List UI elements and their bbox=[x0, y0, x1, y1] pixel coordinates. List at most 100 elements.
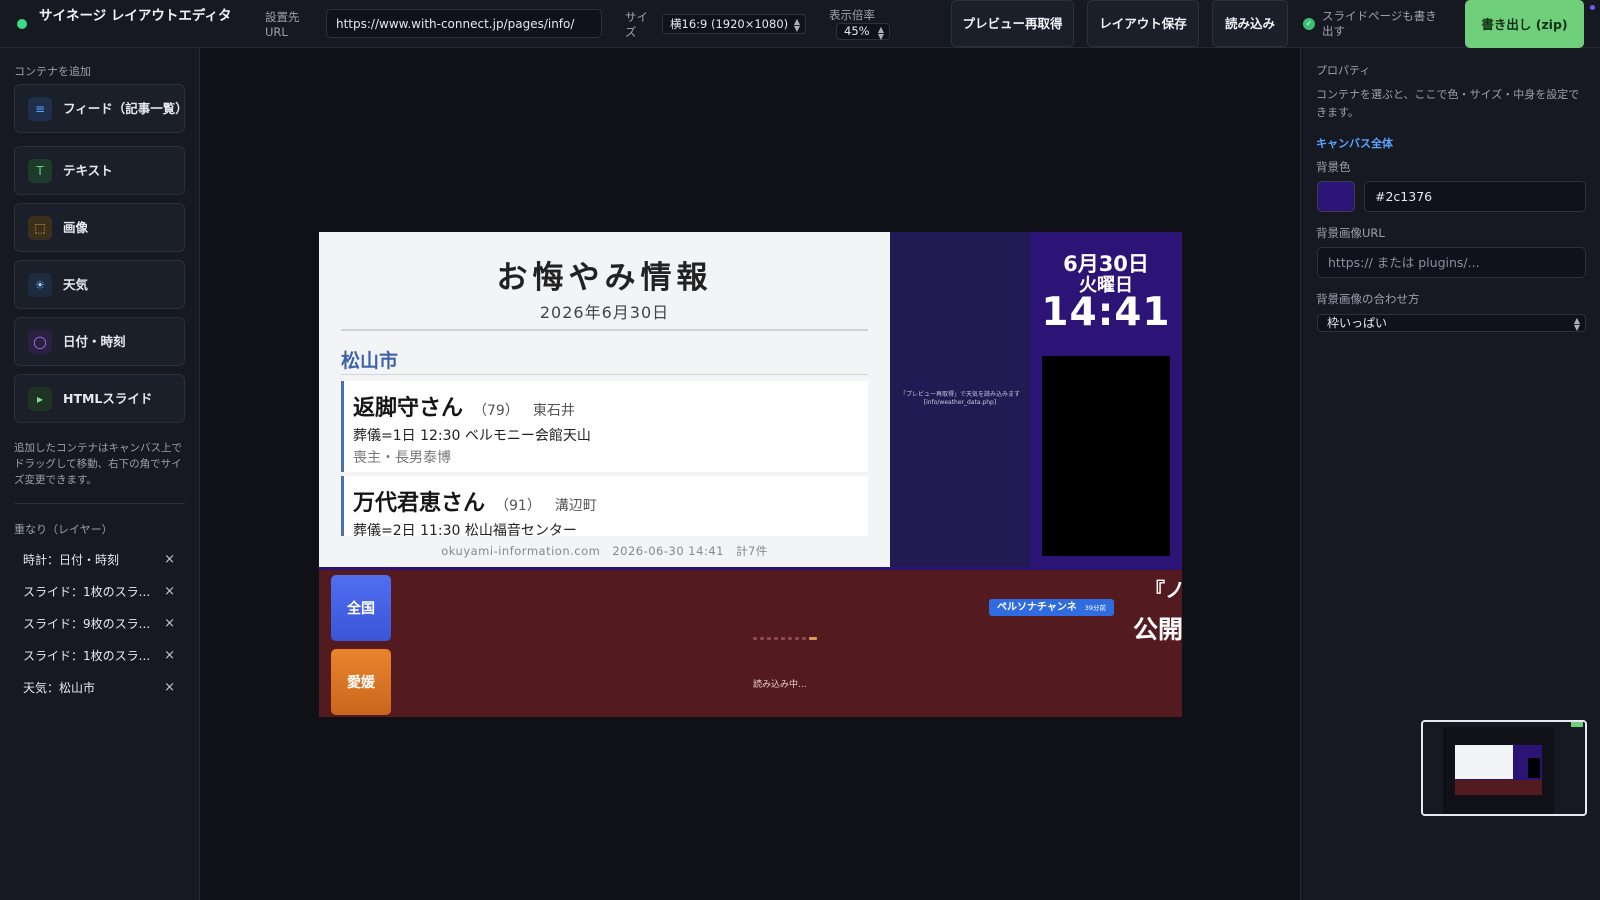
add-container-button[interactable]: ▸ HTMLスライド bbox=[14, 374, 185, 423]
minimap-sidebar bbox=[1423, 727, 1443, 814]
bg-color-input[interactable] bbox=[1364, 181, 1586, 212]
add-container-label: HTMLスライド bbox=[63, 390, 153, 406]
export-zip-button[interactable]: 書き出し (zip) bbox=[1465, 0, 1584, 48]
add-container-label: フィード（記事一覧） bbox=[63, 100, 188, 116]
bg-fit-select[interactable]: 枠いっぱい ▲ ▼ bbox=[1317, 314, 1586, 332]
app-title: サイネージ レイアウトエディタ bbox=[39, 8, 232, 24]
entry-area: 東石井 bbox=[532, 403, 575, 419]
layer-item[interactable]: スライド：9枚のスラ... × bbox=[14, 609, 184, 637]
signage-canvas[interactable]: お悔やみ情報 2026年6月30日 松山市 返脚守さん （79） 東石井 葬儀=1日… bbox=[319, 232, 1182, 717]
add-container-button[interactable]: ☀ 天気 bbox=[14, 260, 185, 309]
export-slides-checkbox-row[interactable]: ✓ スライドページも書き出す bbox=[1303, 9, 1443, 39]
updown-arrows-icon: ▲ ▼ bbox=[877, 25, 884, 41]
play-icon: ▸ bbox=[28, 386, 52, 411]
close-icon[interactable]: × bbox=[164, 648, 175, 663]
properties-title: プロパティ bbox=[1316, 64, 1371, 77]
sun-icon: ☀ bbox=[28, 272, 52, 297]
load-button[interactable]: 読み込み bbox=[1212, 0, 1288, 47]
text-icon: T bbox=[28, 158, 52, 183]
close-icon[interactable]: × bbox=[164, 552, 175, 567]
canvas-section-title: キャンバス全体 bbox=[1316, 137, 1393, 150]
channel-tag: ペルソナチャンネ 39分前 bbox=[989, 599, 1114, 616]
entry-area: 溝辺町 bbox=[554, 498, 597, 514]
connection-status-dot bbox=[17, 19, 27, 29]
close-icon[interactable]: × bbox=[164, 680, 175, 695]
pagination-dot[interactable] bbox=[802, 636, 806, 640]
add-container-button[interactable]: T テキスト bbox=[14, 146, 185, 195]
feed-divider bbox=[341, 329, 868, 331]
minimap[interactable] bbox=[1421, 720, 1587, 816]
loading-text: 読み込み中... bbox=[753, 680, 807, 690]
slide-strip-container[interactable]: 全国 愛媛 読み込み中... ペルソナチャンネ 39分前 『ノ 公開 bbox=[319, 570, 1182, 717]
sidebar-help-text: 追加したコンテナはキャンバス上でドラッグして移動、右下の角でサイズ変更できます。 bbox=[14, 442, 182, 486]
bg-image-url-label: 背景画像URL bbox=[1316, 226, 1385, 240]
layer-item[interactable]: 天気：松山市 × bbox=[14, 673, 184, 701]
layer-label: スライド：1枚のスラ... bbox=[23, 648, 151, 663]
add-container-label: 天気 bbox=[63, 276, 89, 292]
layers-title: 重なり（レイヤー） bbox=[14, 523, 113, 536]
bg-color-swatch[interactable] bbox=[1317, 181, 1355, 212]
pagination-dot[interactable] bbox=[809, 636, 817, 640]
left-sidebar: コンテナを追加 ≡ フィード（記事一覧） T テキスト ⬚ 画像 ☀ 天気 ◯ 日付・時刻 ▸ HTM… bbox=[0, 48, 200, 900]
feed-title: お悔やみ情報 bbox=[496, 260, 713, 296]
entry-funeral: 葬儀=2日 11:30 松山福音センター bbox=[353, 523, 577, 536]
channel-time: 39分前 bbox=[1084, 604, 1106, 612]
slide-title-fragment: 『ノ bbox=[1145, 578, 1182, 602]
updown-arrows-icon: ▲ ▼ bbox=[793, 17, 800, 33]
size-select-value: 横16:9 (1920×1080) bbox=[670, 17, 789, 31]
pagination-dot[interactable] bbox=[753, 636, 757, 640]
close-icon[interactable]: × bbox=[164, 616, 175, 631]
pagination-dot[interactable] bbox=[795, 636, 799, 640]
pagination-dot[interactable] bbox=[774, 636, 778, 640]
indicator-dot bbox=[1590, 5, 1595, 10]
zoom-select-value: 45% bbox=[844, 24, 870, 38]
pagination-dot[interactable] bbox=[767, 636, 771, 640]
layer-item[interactable]: スライド：1枚のスラ... × bbox=[14, 577, 184, 605]
feed-container[interactable]: お悔やみ情報 2026年6月30日 松山市 返脚守さん （79） 東石井 葬儀=1日… bbox=[319, 232, 890, 567]
local-badge: 愛媛 bbox=[331, 649, 391, 715]
minimap-black-box bbox=[1528, 758, 1540, 778]
entry-age: （91） bbox=[495, 498, 541, 514]
city-divider bbox=[341, 374, 868, 375]
pagination-dot[interactable] bbox=[788, 636, 792, 640]
layer-item[interactable]: スライド：1枚のスラ... × bbox=[14, 641, 184, 669]
layer-label: 天気：松山市 bbox=[23, 680, 96, 695]
layer-item[interactable]: 時計：日付・時刻 × bbox=[14, 545, 184, 573]
updown-arrows-icon: ▲ ▼ bbox=[1573, 316, 1580, 332]
zoom-select[interactable]: 45% ▲ ▼ bbox=[836, 23, 890, 41]
close-icon[interactable]: × bbox=[164, 584, 175, 599]
checkbox-checked-icon[interactable]: ✓ bbox=[1303, 18, 1315, 30]
slide-container-black[interactable] bbox=[1042, 356, 1170, 556]
bg-fit-label: 背景画像の合わせ方 bbox=[1316, 292, 1420, 306]
entry-name: 返脚守さん bbox=[353, 395, 464, 421]
feed-city-heading: 松山市 bbox=[341, 350, 399, 372]
add-container-button[interactable]: ⬚ 画像 bbox=[14, 203, 185, 252]
clock-icon: ◯ bbox=[28, 329, 52, 354]
size-select[interactable]: 横16:9 (1920×1080) ▲ ▼ bbox=[662, 14, 806, 34]
top-toolbar: サイネージ レイアウトエディタ 設置先URL サイズ 横16:9 (1920×1… bbox=[0, 0, 1600, 48]
pagination-dot[interactable] bbox=[760, 636, 764, 640]
add-container-button[interactable]: ≡ フィード（記事一覧） bbox=[14, 84, 188, 133]
weather-container[interactable]: 「プレビュー再取得」で天気を読み込みます [info/weather_data.… bbox=[890, 232, 1030, 567]
national-badge: 全国 bbox=[331, 575, 391, 641]
slide-pagination-dots bbox=[753, 636, 817, 640]
pagination-dot[interactable] bbox=[781, 636, 785, 640]
layer-label: 時計：日付・時刻 bbox=[23, 552, 120, 567]
bg-image-url-input[interactable] bbox=[1317, 247, 1586, 278]
url-label: 設置先URL bbox=[265, 10, 300, 39]
layer-label: スライド：1枚のスラ... bbox=[23, 584, 151, 599]
feed-entry: 返脚守さん （79） 東石井 葬儀=1日 12:30 ベルモニー会館天山 喪主・長男… bbox=[341, 381, 868, 472]
zoom-label: 表示倍率 bbox=[829, 8, 875, 22]
clock-container[interactable]: 6月30日 火曜日 14:41 bbox=[1030, 232, 1182, 567]
add-container-label: 画像 bbox=[63, 219, 89, 235]
add-container-label: 日付・時刻 bbox=[63, 333, 126, 349]
add-container-button[interactable]: ◯ 日付・時刻 bbox=[14, 317, 185, 366]
entry-chief-mourner: 喪主・長男泰博 bbox=[353, 450, 451, 466]
list-icon: ≡ bbox=[28, 96, 52, 121]
minimap-feed bbox=[1455, 745, 1513, 779]
save-layout-button[interactable]: レイアウト保存 bbox=[1087, 0, 1199, 47]
preview-refresh-button[interactable]: プレビュー再取得 bbox=[951, 0, 1074, 47]
url-input[interactable] bbox=[326, 9, 602, 38]
slide-title-fragment: 公開 bbox=[1133, 615, 1182, 644]
minimap-strip bbox=[1455, 780, 1542, 795]
